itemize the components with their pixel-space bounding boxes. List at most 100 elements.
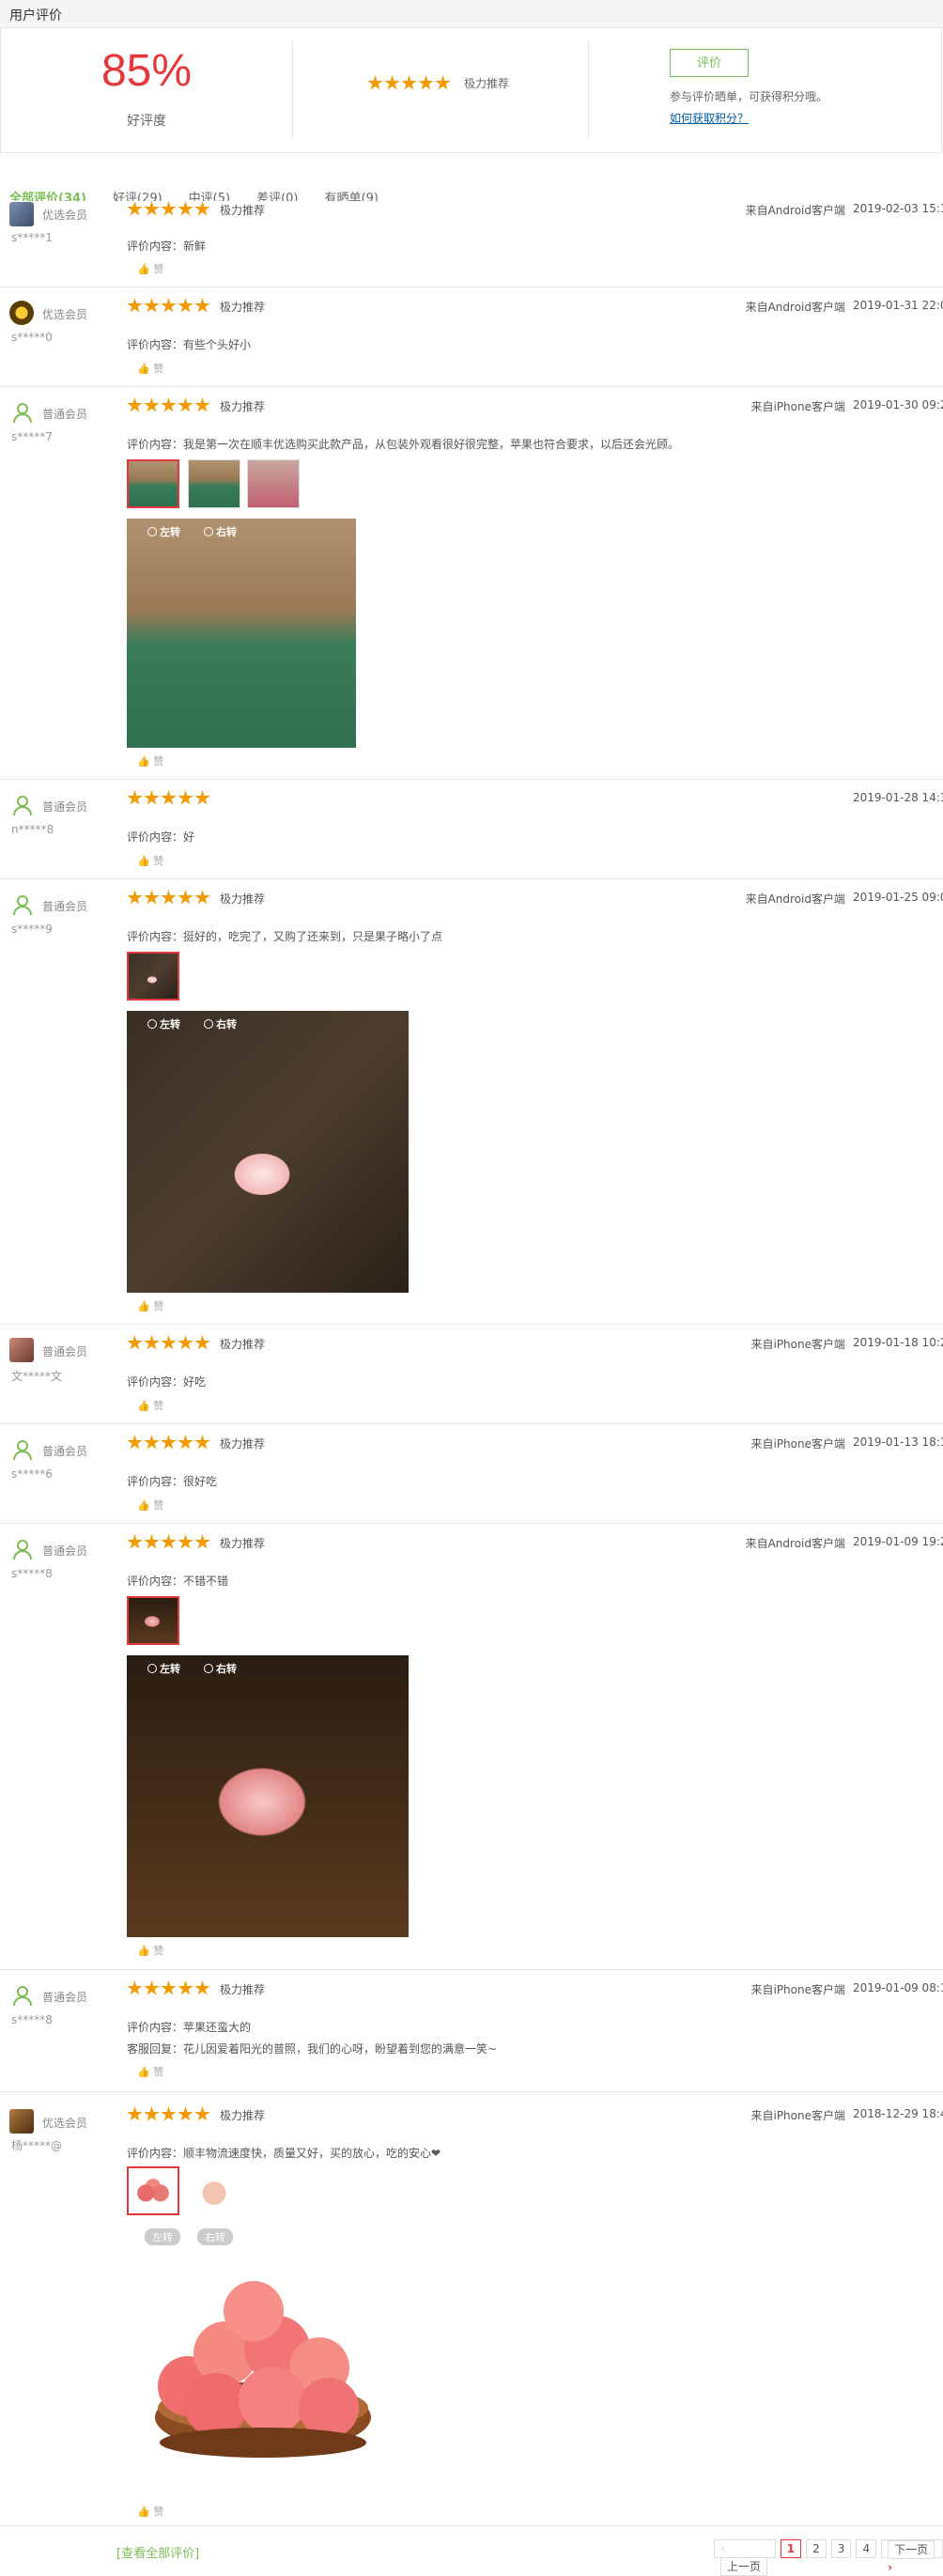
like-button[interactable]: 👍 赞 [137, 1943, 163, 1958]
review-date: 2019-01-18 10:20 [853, 1336, 943, 1349]
like-button[interactable]: 👍 赞 [137, 1398, 163, 1413]
rotate-right-button[interactable]: 右转 [197, 2228, 233, 2245]
avatar [9, 1983, 34, 2008]
like-button[interactable]: 👍 赞 [137, 1298, 163, 1313]
page-2[interactable]: 2 [806, 2539, 827, 2558]
review-item: 普通会员 s*****8 极力推荐 来自Android客户端 2019-01-0… [0, 1524, 943, 1970]
username: n*****8 [11, 823, 54, 836]
review-stars [127, 2106, 210, 2122]
client-source: 来自iPhone客户端 [750, 1983, 845, 1996]
review-date: 2019-01-25 09:07 [853, 891, 943, 904]
divider [588, 39, 589, 138]
apple-basket-image [155, 2281, 371, 2458]
review-content: 评价内容：不错不错 [127, 1575, 229, 1588]
avatar [9, 1338, 34, 1362]
review-date: 2018-12-29 18:47 [853, 2107, 943, 2120]
review-item: 普通会员 文*****文 极力推荐 来自iPhone客户端 2019-01-18… [0, 1325, 943, 1424]
page-1[interactable]: 1 [780, 2539, 802, 2558]
review-item: 优选会员 s*****0 极力推荐 来自Android客户端 2019-01-3… [0, 287, 943, 387]
like-label: 赞 [153, 1300, 164, 1312]
rotate-left-button[interactable]: 左转 [147, 1661, 180, 1676]
client-source: 来自iPhone客户端 [750, 1437, 845, 1451]
review-stars [127, 890, 210, 906]
like-button[interactable]: 👍 赞 [137, 361, 163, 376]
member-level: 普通会员 [42, 800, 88, 814]
review-stars [127, 790, 210, 806]
member-level: 普通会员 [42, 1991, 88, 2004]
recommendation: 极力推荐 [220, 892, 266, 906]
review-date: 2019-01-31 22:08 [853, 299, 943, 312]
positive-rate: 85% 好评度 [1, 28, 292, 153]
pagination: ‹ 上一页 1 2 3 4 下一页 › [714, 2539, 943, 2576]
recommendation: 极力推荐 [220, 1338, 266, 1351]
review-photo-thumb[interactable] [127, 1596, 179, 1645]
review-stars [127, 1980, 210, 1996]
username: s*****0 [11, 331, 53, 344]
username: s*****1 [11, 231, 53, 244]
avatar [9, 892, 34, 917]
review-item: 普通会员 s*****8 极力推荐 来自iPhone客户端 2019-01-09… [0, 1970, 943, 2092]
review-photo-large [127, 2250, 399, 2466]
like-label: 赞 [153, 1400, 164, 1412]
review-content: 评价内容：我是第一次在顺丰优选购买此款产品，从包装外观看很好很完整，苹果也符合要… [127, 438, 680, 451]
like-button[interactable]: 👍 赞 [137, 261, 163, 276]
like-button[interactable]: 👍 赞 [137, 1497, 163, 1513]
points-help-link[interactable]: 如何获取积分？ [670, 112, 749, 125]
username: s*****7 [11, 430, 53, 443]
overall-rating: 极力推荐 [367, 75, 509, 91]
review-photo-thumb[interactable] [127, 459, 179, 508]
review-stars [127, 397, 210, 413]
rotate-right-button[interactable]: 右转 [204, 524, 237, 539]
rotate-right-button[interactable]: 右转 [204, 1016, 237, 1032]
section-title: 用户评价 [9, 8, 62, 23]
like-label: 赞 [153, 855, 164, 867]
username: s*****8 [11, 2013, 53, 2026]
avatar [9, 301, 34, 325]
review-date: 2019-02-03 15:13 [853, 202, 943, 215]
like-label: 赞 [153, 1945, 164, 1957]
review-photo-thumb[interactable] [127, 952, 179, 1001]
review-date: 2019-01-13 18:13 [853, 1435, 943, 1449]
rotate-left-button[interactable]: 左转 [147, 524, 180, 539]
like-label: 赞 [153, 2506, 164, 2518]
username: 文*****文 [11, 1370, 63, 1383]
review-date: 2019-01-09 19:24 [853, 1535, 943, 1548]
review-photo-thumb[interactable] [188, 2166, 240, 2215]
review-photo-thumb[interactable] [188, 459, 240, 508]
rating-text: 极力推荐 [464, 77, 510, 90]
review-item: 普通会员 s*****9 极力推荐 来自Android客户端 2019-01-2… [0, 879, 943, 1325]
review-item: 优选会员 杨*****@ 极力推荐 来自iPhone客户端 2018-12-29… [0, 2092, 943, 2526]
rotate-left-button[interactable]: 左转 [147, 1016, 180, 1032]
member-level: 优选会员 [42, 209, 88, 222]
view-all-reviews-link[interactable]: [查看全部评价] [116, 2543, 199, 2561]
review-photo-thumb[interactable] [247, 459, 300, 508]
recommendation: 极力推荐 [220, 301, 266, 314]
recommendation: 极力推荐 [220, 1437, 266, 1451]
client-source: 来自Android客户端 [745, 1537, 845, 1550]
rating-summary: 85% 好评度 极力推荐 评价 参与评价晒单，可获得积分哦。 如何获取积分？ [0, 28, 942, 153]
like-button[interactable]: 👍 赞 [137, 753, 163, 768]
username: s*****8 [11, 1567, 53, 1580]
page-3[interactable]: 3 [830, 2539, 852, 2558]
member-level: 普通会员 [42, 1445, 88, 1458]
review-photo-thumb[interactable] [127, 2166, 179, 2215]
avatar [9, 202, 34, 226]
review-stars [127, 1435, 210, 1451]
rate-button[interactable]: 评价 [670, 49, 749, 77]
like-button[interactable]: 👍 赞 [137, 853, 163, 868]
review-stars [127, 1534, 210, 1550]
like-button[interactable]: 👍 赞 [137, 2064, 163, 2079]
page-4[interactable]: 4 [856, 2539, 877, 2558]
rotate-left-button[interactable]: 左转 [145, 2228, 180, 2245]
recommendation: 极力推荐 [220, 400, 266, 413]
review-stars [127, 201, 210, 217]
like-button[interactable]: 👍 赞 [137, 2504, 163, 2519]
recommendation: 极力推荐 [220, 1537, 266, 1550]
rotate-right-button[interactable]: 右转 [204, 1661, 237, 1676]
client-source: 来自Android客户端 [745, 301, 845, 314]
review-photo-large: 左转 右转 [127, 1011, 409, 1293]
next-page-button[interactable]: 下一页 › [881, 2539, 943, 2574]
review-item: 普通会员 s*****7 极力推荐 来自iPhone客户端 2019-01-30… [0, 387, 943, 780]
prev-page-button[interactable]: ‹ 上一页 [714, 2539, 776, 2576]
client-source: 来自Android客户端 [745, 204, 845, 217]
